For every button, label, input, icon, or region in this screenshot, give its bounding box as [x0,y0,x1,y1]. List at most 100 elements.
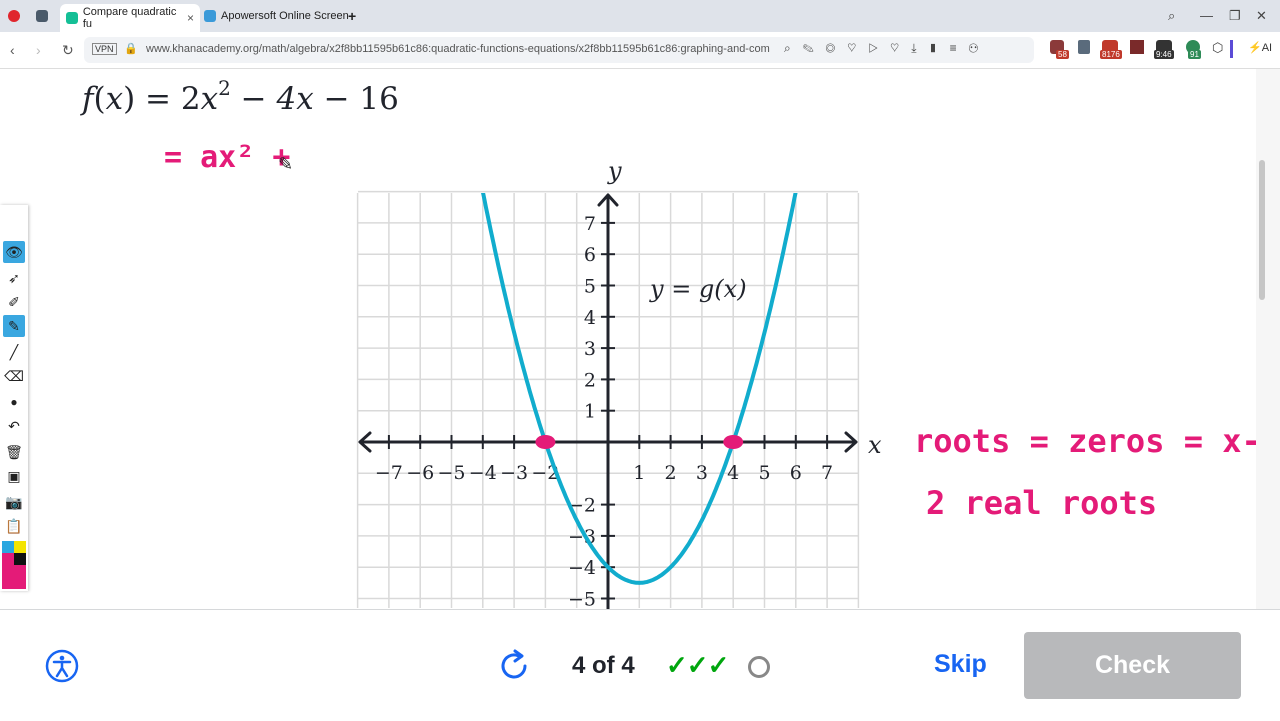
eraser-icon[interactable]: ⌫ [3,365,25,387]
ai-label: AI [1261,42,1273,54]
eq-fname: f [82,81,94,117]
y-tick-label: 3 [584,338,596,360]
url-bar[interactable]: VPN 🔒 www.khanacademy.org/math/algebra/x… [84,37,1034,63]
accessibility-icon[interactable] [45,649,79,683]
x-tick-label: 3 [696,462,708,484]
exercise-footer: 4 of 4 ✓✓✓ Skip Check [0,609,1280,721]
cursor-arrow-icon[interactable]: ➶ [3,267,25,289]
x-axis-label: x [868,431,882,459]
eq-var: x [105,81,124,117]
check-icon: ✓ [707,650,730,680]
equation-f-of-x: f(x) = 2x2 − 4x − 16 [82,76,399,117]
x-tick-label: 4 [727,462,739,484]
color-swatch-black[interactable] [14,553,26,565]
handwriting-roots: roots = zeros = x-int. [914,422,1280,460]
whiteboard-icon[interactable]: ▣ [3,465,25,487]
dot-size-icon[interactable]: ● [3,391,25,413]
current-color-swatch[interactable] [2,565,26,589]
y-tick-label: 1 [584,401,596,423]
root-marker [535,435,556,449]
handwriting-ax2: = ax² + [164,140,291,175]
laser-pen-icon[interactable]: ✐ [3,291,25,313]
back-icon[interactable]: ‹ [10,42,15,58]
y-tick-label: 7 [584,213,596,235]
line-tool-icon[interactable]: ╱ [3,341,25,363]
undo-icon[interactable]: ↶ [3,415,25,437]
eq-term2: 4x [276,81,314,117]
y-tick-label: −5 [568,589,596,611]
ai-button[interactable]: ⚡AI [1248,41,1272,54]
completed-checks: ✓✓✓ [666,650,730,681]
close-window-icon[interactable]: ✕ [1256,8,1267,24]
search-tabs-icon[interactable]: ⌕ [1168,8,1175,24]
apowersoft-icon [204,10,216,22]
extension-badge: 58 [1056,50,1069,59]
color-swatch-yellow[interactable] [14,541,26,553]
reload-icon[interactable]: ↻ [62,42,74,59]
address-toolbar: ‹ › ↻ VPN 🔒 www.khanacademy.org/math/alg… [0,32,1280,69]
handwriting-real-roots: 2 real roots [926,484,1158,522]
eq-term3: 16 [359,81,399,117]
tab-title: Apowersoft Online Screen [221,10,349,22]
pending-circle-icon [748,656,770,678]
skip-button[interactable]: Skip [934,650,987,679]
x-tick-label: −5 [437,462,465,484]
opera-menu-icon[interactable] [8,5,25,27]
function-label: y = g(x) [649,275,747,303]
x-tick-label: 2 [665,462,677,484]
minimize-icon[interactable]: — [1200,8,1213,23]
color-swatch-cyan[interactable] [2,541,14,553]
check-icon: ✓ [666,650,688,680]
check-icon: ✓ [686,650,709,680]
y-tick-label: −4 [568,557,596,579]
camera-icon[interactable]: 📷 [3,491,25,513]
restore-icon[interactable]: ❐ [1229,8,1241,24]
x-tick-label: 7 [821,462,833,484]
highlighter-icon[interactable]: ✎ [3,315,25,337]
eq-coef: 2 [180,81,201,117]
y-tick-label: 2 [584,369,596,391]
annotation-toolbar: 👁 ➶ ✐ ✎ ╱ ⌫ ● ↶ 🗑 ▣ 📷 📋 [0,205,28,591]
extension-badge: 91 [1188,50,1201,59]
forward-icon[interactable]: › [36,42,41,58]
x-tick-label: −7 [375,462,403,484]
extension-icon[interactable] [1130,40,1144,54]
sidebar-divider [1230,40,1233,58]
extension-badge: 8176 [1100,50,1122,59]
browser-tab-bar: Compare quadratic fu × Apowersoft Online… [0,0,1280,32]
y-tick-label: 6 [584,244,596,266]
y-tick-label: 5 [584,276,596,298]
pen-cursor-icon: ✎ [278,154,294,174]
x-tick-label: 5 [758,462,770,484]
page-scrollbar[interactable] [1256,69,1280,609]
vpn-badge[interactable]: VPN [92,43,117,55]
color-swatch-magenta[interactable] [2,553,14,565]
tab-compare-quadratic[interactable]: Compare quadratic fu × [60,4,200,32]
tab-title: Compare quadratic fu [82,6,177,30]
khan-academy-icon [66,12,78,24]
new-tab-button[interactable]: + [348,5,356,27]
eye-icon[interactable]: 👁 [3,241,25,263]
x-tick-label: −4 [469,462,497,484]
close-tab-icon[interactable]: × [187,11,194,25]
x-tick-label: 1 [633,462,645,484]
root-marker [723,435,744,449]
extensions-cube-icon[interactable]: ⬡ [1212,40,1223,56]
extension-badge: 9:46 [1154,50,1174,59]
lock-icon: 🔒 [124,43,138,55]
url-text: www.khanacademy.org/math/algebra/x2f8bb1… [146,43,770,55]
restart-icon[interactable] [496,648,532,684]
x-tick-label: −3 [500,462,528,484]
progress-counter: 4 of 4 [572,652,635,679]
extension-icon[interactable] [1078,40,1090,54]
y-tick-label: 4 [584,307,596,329]
trash-icon[interactable]: 🗑 [3,441,25,463]
eq-var2: x [200,81,219,117]
clipboard-icon[interactable]: 📋 [3,515,25,537]
scrollbar-thumb[interactable] [1259,160,1265,300]
pinned-tab-icon[interactable] [36,5,53,27]
tab-apowersoft[interactable]: Apowersoft Online Screen [204,5,349,27]
eq-exponent: 2 [218,76,231,100]
check-button[interactable]: Check [1024,632,1241,699]
address-bar-action-icons[interactable]: ⌕✎◎♡▷♡⤓▮≡⚇ [784,41,990,56]
